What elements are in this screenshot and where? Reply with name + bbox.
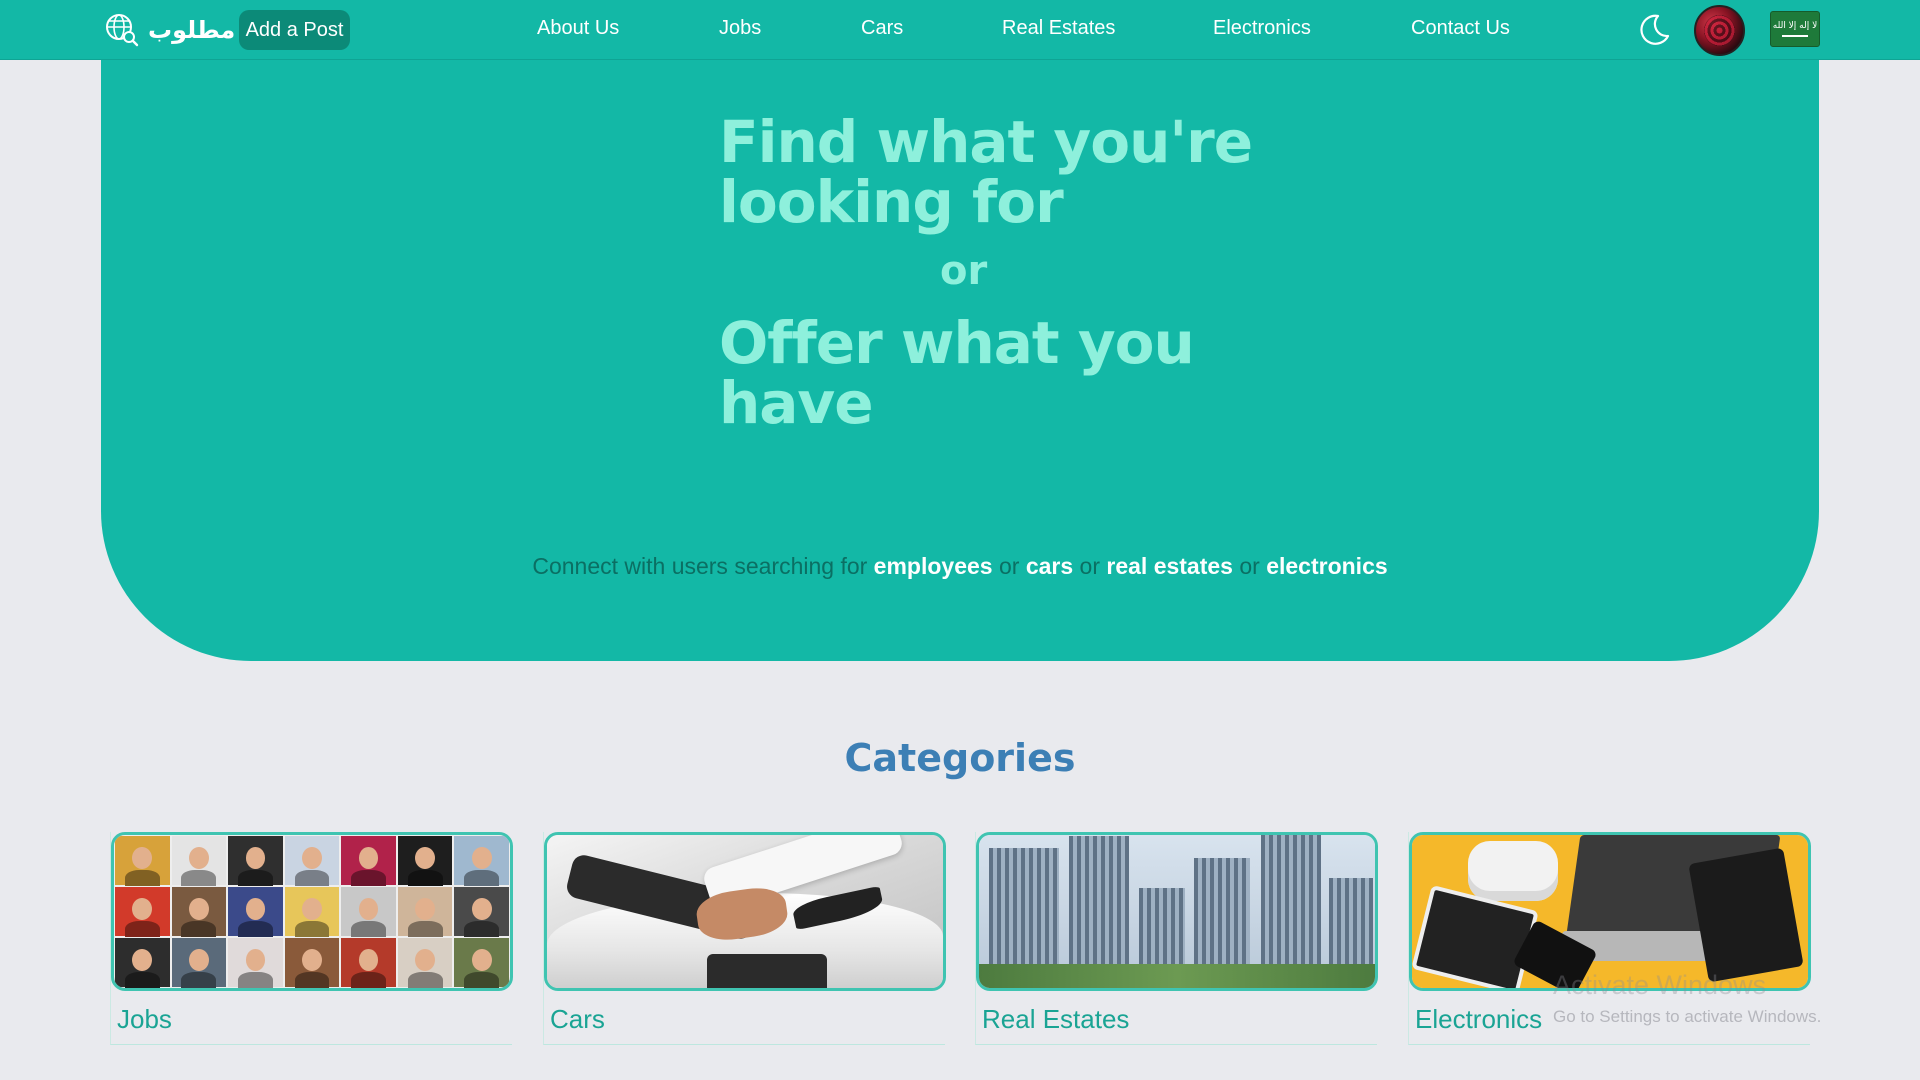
- add-post-button[interactable]: Add a Post: [239, 10, 350, 50]
- globe-search-icon: [106, 14, 139, 47]
- portrait-tile: [453, 835, 510, 886]
- portrait-tile: [227, 886, 284, 937]
- category-label-electronics[interactable]: Electronics: [1415, 1004, 1542, 1035]
- car-grille: [707, 954, 827, 988]
- category-label-cars[interactable]: Cars: [550, 1004, 605, 1035]
- language-flag-button[interactable]: لا إله إلا الله: [1770, 11, 1820, 47]
- portrait-tile: [340, 886, 397, 937]
- category-card-jobs[interactable]: Jobs: [110, 832, 513, 1045]
- portrait-tile: [340, 835, 397, 886]
- hero-connect-text: Connect with users searching for employe…: [0, 553, 1920, 580]
- portrait-tile: [396, 937, 454, 988]
- separator: or: [1079, 553, 1100, 579]
- portrait-tile: [170, 886, 228, 937]
- activate-windows-subtitle: Go to Settings to activate Windows.: [1553, 1007, 1822, 1026]
- cars-image[interactable]: [544, 832, 946, 991]
- real-estates-image[interactable]: [976, 832, 1378, 991]
- flag-sword: [1782, 34, 1808, 37]
- portrait-tile: [227, 937, 284, 988]
- separator: or: [998, 553, 1020, 579]
- portrait-tile: [396, 835, 454, 886]
- notebook: [1688, 847, 1804, 983]
- moon-icon[interactable]: [1636, 12, 1672, 48]
- portrait-tile: [283, 937, 341, 988]
- category-label-real-estates[interactable]: Real Estates: [982, 1004, 1129, 1035]
- vr-headset: [1468, 841, 1558, 901]
- user-avatar[interactable]: [1694, 5, 1745, 56]
- nav-about-us[interactable]: About Us: [537, 17, 619, 40]
- portrait-tile: [283, 886, 341, 937]
- keyword-electronics[interactable]: electronics: [1266, 553, 1387, 579]
- logo[interactable]: مطلوب: [104, 12, 235, 48]
- portrait-tile: [340, 937, 397, 988]
- nav-cars[interactable]: Cars: [861, 17, 903, 40]
- separator: or: [1239, 553, 1260, 579]
- portrait-tile: [170, 835, 228, 886]
- category-card-real-estates[interactable]: Real Estates: [975, 832, 1378, 1045]
- hero-or: or: [940, 248, 988, 294]
- nav-electronics[interactable]: Electronics: [1213, 17, 1311, 40]
- city-skyline-photo: [979, 835, 1375, 988]
- flag-inscription: لا إله إلا الله: [1772, 20, 1818, 31]
- portrait-tile: [227, 835, 284, 886]
- hero-line-3: Offer what you: [719, 309, 1195, 377]
- nav-real-estates[interactable]: Real Estates: [1002, 17, 1115, 40]
- hero-line-1: Find what you're: [719, 108, 1253, 176]
- keyword-employees[interactable]: employees: [874, 553, 993, 579]
- people-collage: [114, 835, 510, 988]
- portrait-tile: [453, 886, 510, 937]
- handshake-car-photo: [547, 835, 943, 988]
- category-card-cars[interactable]: Cars: [543, 832, 946, 1045]
- nav-jobs[interactable]: Jobs: [719, 17, 761, 40]
- keyword-cars[interactable]: cars: [1026, 553, 1073, 579]
- top-navbar: مطلوب Add a Post About Us Jobs Cars Real…: [0, 0, 1920, 60]
- connect-prefix: Connect with users searching for: [532, 553, 868, 579]
- hero-line-4: have: [719, 369, 874, 437]
- hero-line-2: looking for: [719, 168, 1064, 236]
- portrait-tile: [396, 886, 454, 937]
- portrait-tile: [170, 937, 228, 988]
- nav-contact-us[interactable]: Contact Us: [1411, 17, 1510, 40]
- portrait-tile: [453, 937, 510, 988]
- categories-title: Categories: [844, 736, 1076, 780]
- portrait-tile: [114, 886, 171, 937]
- keyword-real-estates[interactable]: real estates: [1106, 553, 1233, 579]
- category-label-jobs[interactable]: Jobs: [117, 1004, 172, 1035]
- portrait-tile: [114, 937, 171, 988]
- logo-text: مطلوب: [148, 16, 236, 44]
- jobs-image[interactable]: [111, 832, 513, 991]
- electronics-image[interactable]: [1409, 832, 1811, 991]
- portrait-tile: [114, 835, 171, 886]
- portrait-tile: [283, 835, 341, 886]
- gadgets-flatlay-photo: [1412, 835, 1808, 988]
- activate-windows-title: Activate Windows: [1553, 970, 1767, 1000]
- trees: [979, 964, 1375, 988]
